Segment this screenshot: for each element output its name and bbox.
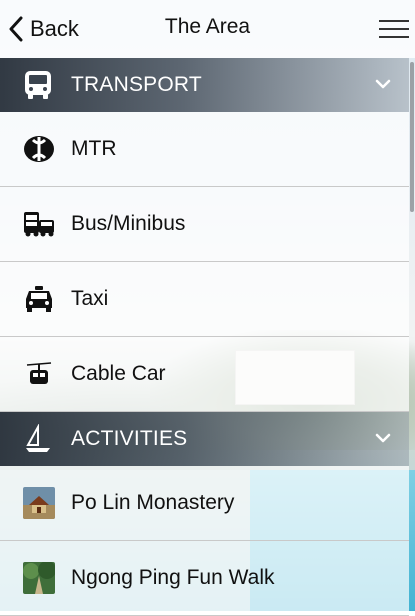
section-header-transport[interactable]: TRANSPORT [0, 58, 409, 112]
section-label: TRANSPORT [71, 73, 202, 96]
menu-button[interactable] [379, 14, 409, 42]
list-item-cable-car[interactable]: Cable Car [0, 337, 409, 412]
area-list: TRANSPORT MTR Bus/Minibus Taxi Cable Car… [0, 58, 409, 616]
section-header-activities[interactable]: ACTIVITIES [0, 412, 409, 466]
back-label: Back [30, 16, 79, 41]
hamburger-line [379, 28, 409, 30]
section-label: ACTIVITIES [71, 427, 188, 450]
fun-walk-thumbnail [22, 561, 56, 595]
back-button[interactable]: Back [8, 12, 79, 46]
chevron-down-icon [375, 79, 391, 89]
sailboat-icon [22, 423, 54, 455]
list-item-label: MTR [71, 137, 117, 160]
list-item-label: Cable Car [71, 362, 166, 385]
mtr-logo-icon [22, 132, 56, 166]
list-item-mtr[interactable]: MTR [0, 112, 409, 187]
cable-car-icon [22, 357, 56, 391]
list-item-ngong-ping-fun-walk[interactable]: Ngong Ping Fun Walk [0, 541, 409, 616]
bus-minibus-icon [22, 207, 56, 241]
navigation-bar: Back The Area [0, 0, 415, 58]
monastery-thumbnail [22, 486, 56, 520]
list-item-bus-minibus[interactable]: Bus/Minibus [0, 187, 409, 262]
chevron-left-icon [9, 16, 23, 42]
list-item-label: Ngong Ping Fun Walk [71, 566, 275, 589]
taxi-icon [22, 282, 56, 316]
hamburger-line [379, 36, 409, 38]
list-item-label: Bus/Minibus [71, 212, 186, 235]
list-item-label: Po Lin Monastery [71, 491, 235, 514]
list-item-label: Taxi [71, 287, 109, 310]
chevron-down-icon [375, 433, 391, 443]
list-item-po-lin-monastery[interactable]: Po Lin Monastery [0, 466, 409, 541]
scrollbar[interactable] [410, 62, 414, 212]
list-item-taxi[interactable]: Taxi [0, 262, 409, 337]
bus-icon [22, 69, 54, 101]
hamburger-line [379, 20, 409, 22]
